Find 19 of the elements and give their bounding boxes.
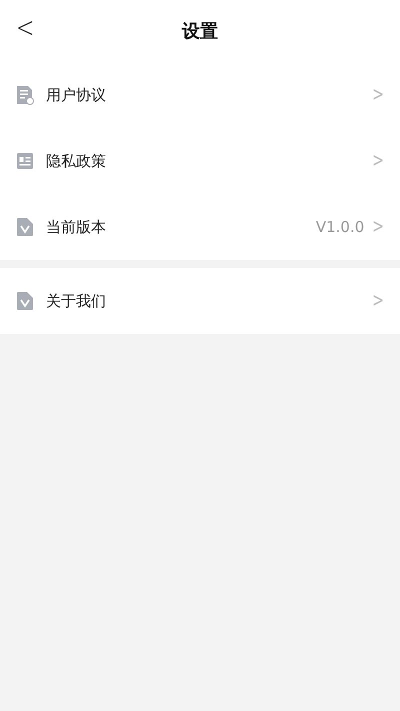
v-file-icon bbox=[16, 291, 34, 311]
document-icon bbox=[16, 85, 34, 105]
page-title: 设置 bbox=[182, 20, 218, 44]
row-label: 当前版本 bbox=[46, 216, 107, 238]
row-label: 关于我们 bbox=[46, 290, 107, 312]
settings-row[interactable]: 关于我们 > bbox=[0, 268, 400, 334]
chevron-icon: > bbox=[372, 286, 384, 316]
settings-row[interactable]: 当前版本 V1.0.0 > bbox=[0, 194, 400, 260]
chevron-icon: > bbox=[372, 212, 384, 242]
v-file-icon bbox=[16, 217, 34, 237]
chevron-icon: > bbox=[372, 146, 384, 176]
settings-row[interactable]: 用户协议 > bbox=[0, 62, 400, 128]
id-card-icon bbox=[16, 152, 34, 170]
settings-row[interactable]: 隐私政策 > bbox=[0, 128, 400, 194]
version-value: V1.0.0 bbox=[316, 216, 364, 238]
row-label: 用户协议 bbox=[46, 84, 107, 106]
chevron-icon: > bbox=[372, 80, 384, 110]
back-button[interactable]: < bbox=[12, 14, 38, 44]
row-label: 隐私政策 bbox=[46, 150, 107, 172]
